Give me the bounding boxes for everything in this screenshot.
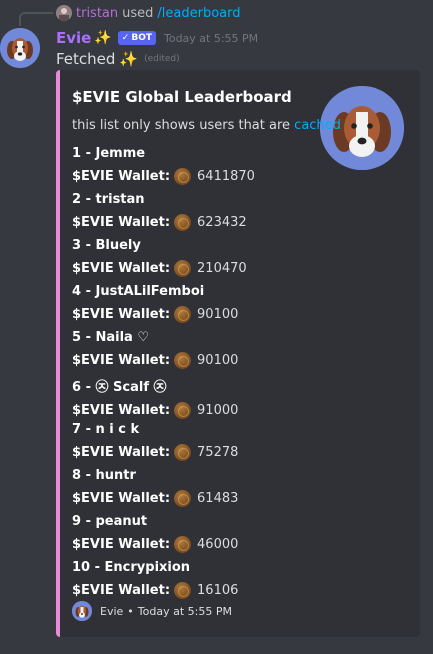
wallet-value: 90100 — [197, 307, 239, 322]
author-username[interactable]: Evie — [56, 29, 91, 47]
coin-icon — [174, 582, 192, 599]
coin-icon — [174, 490, 192, 507]
wallet-value: 46000 — [197, 537, 239, 552]
embed-description: this list only shows users that are cach… — [72, 118, 341, 133]
wallet-line: $EVIE Wallet: 91000 — [72, 402, 238, 419]
leaderboard-entry: 5 - Naila ♡ $EVIE Wallet: 90100 — [72, 330, 238, 369]
edited-label: (edited) — [144, 54, 180, 64]
leaderboard-embed: $EVIE Global Leaderboard this list only … — [56, 70, 420, 637]
wallet-label: $EVIE Wallet: — [72, 215, 171, 230]
coin-icon — [174, 536, 192, 553]
description-text: this list only shows users that are — [72, 118, 295, 133]
reply-command[interactable]: /leaderboard — [157, 6, 240, 21]
wallet-label: $EVIE Wallet: — [72, 583, 171, 598]
wallet-line: $EVIE Wallet: 75278 — [72, 444, 238, 461]
coin-icon — [174, 260, 192, 277]
reply-reference[interactable]: tristan used /leaderboard — [56, 4, 241, 22]
coin-icon — [174, 306, 192, 323]
wallet-value: 90100 — [197, 353, 239, 368]
wallet-label: $EVIE Wallet: — [72, 307, 171, 322]
wallet-line: $EVIE Wallet: 16106 — [72, 582, 238, 599]
leaderboard-entry: 2 - tristan $EVIE Wallet: 623432 — [72, 192, 247, 231]
wallet-line: $EVIE Wallet: 90100 — [72, 352, 238, 369]
wallet-value: 61483 — [197, 491, 239, 506]
coin-icon — [174, 352, 192, 369]
leaderboard-entry: 9 - peanut $EVIE Wallet: 46000 — [72, 514, 238, 553]
wallet-value: 6411870 — [197, 169, 255, 184]
message-content: Fetched ✨ (edited) — [56, 48, 180, 70]
wallet-label: $EVIE Wallet: — [72, 537, 171, 552]
footer-avatar — [72, 601, 92, 621]
check-icon: ✓ — [121, 33, 130, 43]
entry-rank: 7 - n i c k — [72, 422, 140, 437]
wallet-value: 91000 — [197, 403, 239, 418]
wallet-label: $EVIE Wallet: — [72, 491, 171, 506]
reply-avatar[interactable] — [56, 5, 72, 21]
coin-icon — [174, 214, 192, 231]
entry-rank: 5 - Naila ♡ — [72, 330, 150, 345]
wallet-line: $EVIE Wallet: 46000 — [72, 536, 238, 553]
entry-rank: 9 - peanut — [72, 514, 148, 529]
wallet-value: 623432 — [197, 215, 247, 230]
reply-used-text: used — [122, 5, 154, 21]
wallet-label: $EVIE Wallet: — [72, 261, 171, 276]
message-header: Evie ✨ ✓ BOT Today at 5:55 PM — [56, 28, 258, 48]
footer-separator: • — [127, 604, 134, 618]
leaderboard-entry: 7 - n i c k $EVIE Wallet: 75278 — [72, 422, 238, 461]
coin-icon — [174, 168, 192, 185]
leaderboard-entry: 4 - JustALilFemboi $EVIE Wallet: 90100 — [72, 284, 238, 323]
reply-spine — [19, 12, 53, 26]
wallet-label: $EVIE Wallet: — [72, 169, 171, 184]
embed-footer: Evie • Today at 5:55 PM — [72, 601, 232, 621]
leaderboard-entry: 1 - Jemme $EVIE Wallet: 6411870 — [72, 146, 255, 185]
leaderboard-entry: 10 - Encrypixion $EVIE Wallet: 16106 — [72, 560, 238, 599]
wallet-line: $EVIE Wallet: 210470 — [72, 260, 247, 277]
wallet-line: $EVIE Wallet: 61483 — [72, 490, 238, 507]
wallet-value: 16106 — [197, 583, 239, 598]
bot-badge-label: BOT — [131, 33, 152, 43]
coin-icon — [174, 444, 192, 461]
leaderboard-entry: 8 - huntr $EVIE Wallet: 61483 — [72, 468, 238, 507]
wallet-line: $EVIE Wallet: 6411870 — [72, 168, 255, 185]
coin-icon — [174, 402, 192, 419]
leaderboard-entry: 3 - Bluely $EVIE Wallet: 210470 — [72, 238, 247, 277]
wallet-label: $EVIE Wallet: — [72, 403, 171, 418]
message-timestamp[interactable]: Today at 5:55 PM — [164, 32, 258, 45]
cached-link[interactable]: cached — [294, 118, 341, 133]
wallet-label: $EVIE Wallet: — [72, 353, 171, 368]
bot-badge: ✓ BOT — [117, 31, 156, 45]
entry-rank: 2 - tristan — [72, 192, 145, 207]
footer-timestamp: Today at 5:55 PM — [137, 604, 232, 618]
sparkle-icon: ✨ — [94, 30, 112, 46]
wallet-line: $EVIE Wallet: 623432 — [72, 214, 247, 231]
entry-rank: 10 - Encrypixion — [72, 560, 191, 575]
entry-rank: 4 - JustALilFemboi — [72, 284, 205, 299]
leaderboard-entry: 6 - ㉨ Scalf ㉨ $EVIE Wallet: 91000 — [72, 376, 238, 419]
author-avatar[interactable] — [0, 28, 40, 68]
footer-name: Evie — [100, 604, 124, 618]
sparkle-emoji-icon: ✨ — [119, 50, 139, 68]
entry-rank: 6 - ㉨ Scalf ㉨ — [72, 380, 167, 395]
message-text: Fetched — [56, 50, 116, 68]
entry-rank: 3 - Bluely — [72, 238, 141, 253]
embed-title: $EVIE Global Leaderboard — [72, 88, 292, 106]
reply-username[interactable]: tristan — [76, 6, 118, 21]
wallet-value: 210470 — [197, 261, 247, 276]
wallet-line: $EVIE Wallet: 90100 — [72, 306, 238, 323]
entry-rank: 8 - huntr — [72, 468, 136, 483]
wallet-label: $EVIE Wallet: — [72, 445, 171, 460]
entry-rank: 1 - Jemme — [72, 146, 146, 161]
wallet-value: 75278 — [197, 445, 239, 460]
